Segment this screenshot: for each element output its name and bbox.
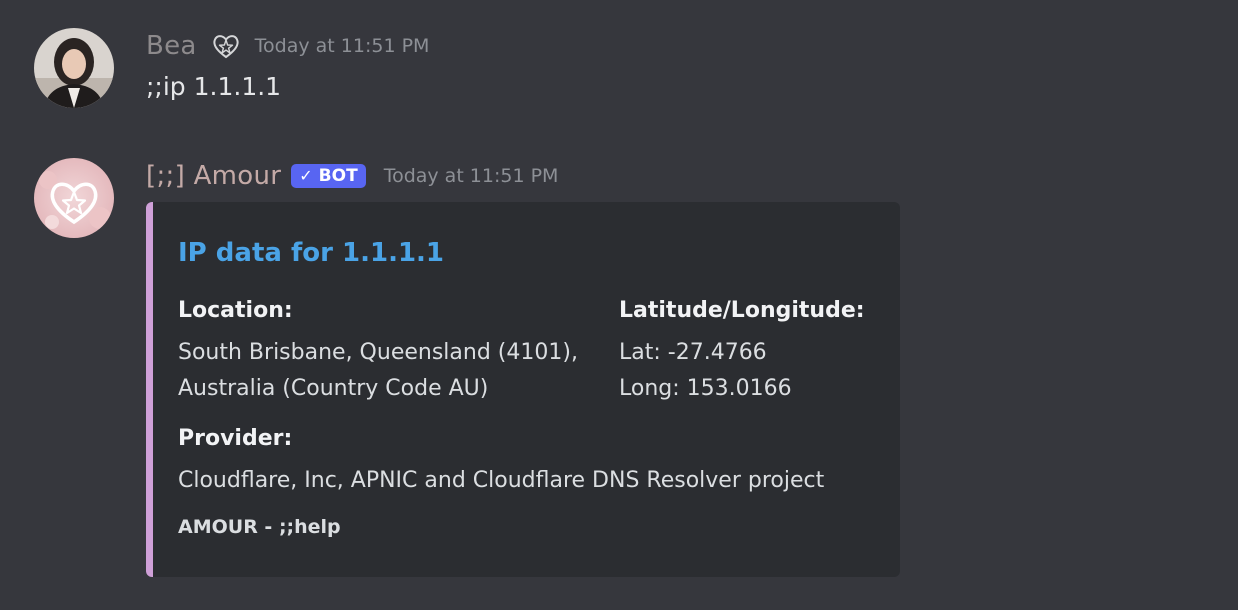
timestamp[interactable]: Today at 11:51 PM: [384, 165, 559, 187]
field-value-latlong: Lat: -27.4766 Long: 153.0166: [619, 335, 792, 407]
embed-footer: AMOUR - ;;help: [178, 516, 341, 538]
bot-tag: ✓ BOT: [291, 164, 366, 188]
field-name-location: Location:: [178, 298, 293, 323]
embed-title[interactable]: IP data for 1.1.1.1: [178, 238, 444, 268]
heart-star-icon[interactable]: [211, 31, 241, 61]
message-header: Bea Today at 11:51 PM: [146, 28, 429, 64]
avatar-amour[interactable]: [34, 158, 114, 238]
username[interactable]: [;;] Amour: [146, 161, 281, 191]
verified-check-icon: ✓: [299, 166, 313, 185]
message-header: [;;] Amour ✓ BOT Today at 11:51 PM: [146, 158, 558, 194]
field-value-location: South Brisbane, Queensland (4101), Austr…: [178, 335, 578, 407]
embed: IP data for 1.1.1.1 Location: South Bris…: [146, 202, 900, 577]
embed-accent-bar: [146, 202, 153, 577]
field-name-latlong: Latitude/Longitude:: [619, 298, 865, 323]
bot-tag-label: BOT: [318, 165, 358, 186]
avatar-bea[interactable]: [34, 28, 114, 108]
field-value-provider: Cloudflare, Inc, APNIC and Cloudflare DN…: [178, 463, 824, 499]
username[interactable]: Bea: [146, 31, 197, 61]
field-value-line: Long: 153.0166: [619, 376, 792, 401]
field-value-line: Australia (Country Code AU): [178, 376, 489, 401]
field-value-line: Cloudflare, Inc, APNIC and Cloudflare DN…: [178, 468, 825, 493]
field-value-line: Lat: -27.4766: [619, 340, 767, 365]
message-content: ;;ip 1.1.1.1: [146, 72, 282, 101]
field-value-line: South Brisbane, Queensland (4101),: [178, 340, 578, 365]
timestamp[interactable]: Today at 11:51 PM: [255, 35, 430, 57]
field-name-provider: Provider:: [178, 426, 293, 451]
